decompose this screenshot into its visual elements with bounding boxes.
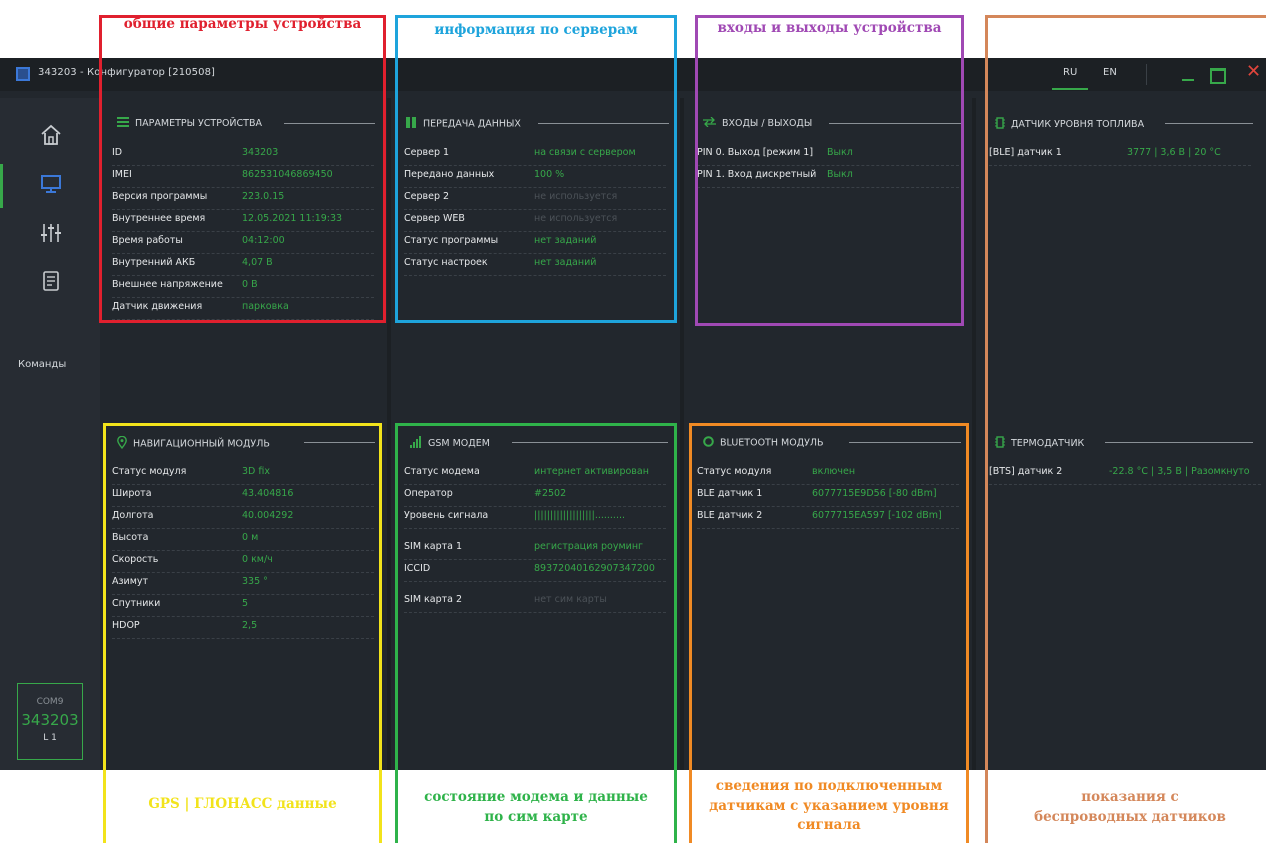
monitor-icon	[41, 175, 61, 193]
sidebar: Команды COM9 343203 L 1	[0, 98, 100, 770]
list-icon	[43, 271, 59, 291]
monitor-icon	[16, 67, 30, 81]
annotation-label-modem: состояние модема и данные по сим карте	[424, 789, 648, 825]
annotation-label-sensors: сведения по подключенным датчикам с указа…	[709, 778, 949, 834]
annotation-box-io	[695, 15, 964, 326]
annotation-box-servers	[395, 15, 677, 323]
sliders-icon	[41, 224, 61, 242]
annotation-label-io: входы и выходы устройства	[717, 20, 942, 36]
annotation-box-gps	[103, 423, 382, 843]
com-port: COM9	[36, 697, 64, 707]
annotation-label-gps: GPS | ГЛОНАСС данные	[148, 796, 337, 812]
device-id: 343203	[21, 711, 79, 729]
sidebar-item-commands[interactable]	[0, 261, 100, 303]
divider	[387, 98, 391, 770]
home-icon	[41, 124, 61, 145]
commands-label[interactable]: Команды	[18, 359, 66, 370]
annotation-label-servers: информация по серверам	[434, 22, 638, 38]
annotation-label-wireless: показания с беспроводных датчиков	[1034, 789, 1226, 825]
annotation-label-general: общие параметры устройства	[123, 16, 362, 32]
sidebar-item-home[interactable]	[0, 115, 100, 157]
annotation-box-general	[99, 15, 386, 323]
annotation-box-modem	[395, 423, 677, 843]
divider	[680, 98, 684, 770]
divider	[972, 98, 976, 770]
sidebar-item-monitor[interactable]	[0, 164, 100, 206]
com-port-box[interactable]: COM9 343203 L 1	[17, 683, 83, 760]
access-level: L 1	[43, 733, 57, 743]
sidebar-item-settings[interactable]	[0, 213, 100, 255]
annotation-box-wireless	[985, 15, 1266, 843]
